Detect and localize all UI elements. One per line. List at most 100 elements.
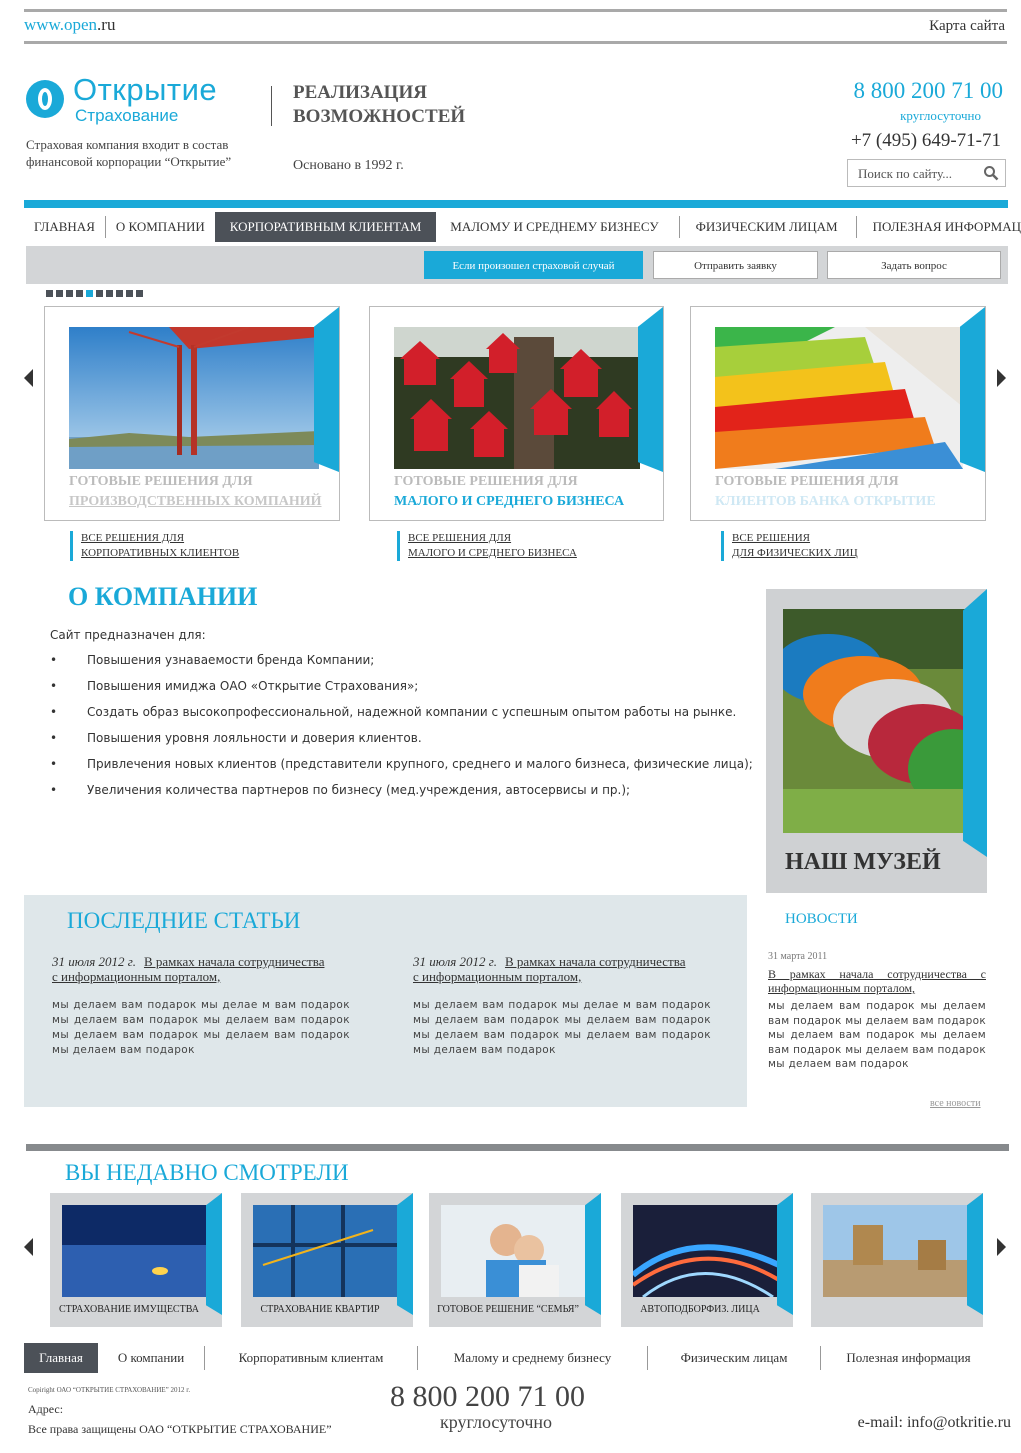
- card-title-line2: КЛИЕНТОВ БАНКА ОТКРЫТИЕ: [715, 494, 936, 509]
- recent-card[interactable]: ГОТОВОЕ РЕШЕНИЕ “СЕМЬЯ”: [429, 1193, 601, 1327]
- slider-dots: [46, 290, 143, 297]
- site-url-link[interactable]: www.open.ru: [24, 15, 115, 35]
- article-date: 31 июля 2012 г.: [52, 954, 136, 969]
- slider-dot[interactable]: [106, 290, 113, 297]
- about-item: Повышения имиджа ОАО «Открытие Страхован…: [50, 678, 753, 704]
- card-title-line1: ГОТОВЫЕ РЕШЕНИЯ ДЛЯ: [715, 474, 899, 489]
- logo-subtitle[interactable]: Страхование: [75, 106, 178, 126]
- solution-card[interactable]: ГОТОВЫЕ РЕШЕНИЯ ДЛЯ ПРОИЗВОДСТВЕННЫХ КОМ…: [44, 306, 340, 521]
- top-rule-bottom: [24, 41, 1007, 44]
- about-title: О КОМПАНИИ: [68, 582, 258, 611]
- footer-nav-home[interactable]: Главная: [24, 1343, 98, 1373]
- museum-block[interactable]: НАШ МУЗЕЙ: [766, 589, 987, 893]
- footer-nav-corporate[interactable]: Корпоративным клиентам: [205, 1346, 418, 1370]
- recent-next-icon[interactable]: [997, 1238, 1006, 1256]
- moscow-phone[interactable]: +7 (495) 649-71-71: [851, 130, 1001, 152]
- send-request-button[interactable]: Отправить заявку: [653, 251, 818, 279]
- slider-dot[interactable]: [136, 290, 143, 297]
- recent-card[interactable]: СТРАХОВАНИЕ ИМУЩЕСТВА: [50, 1193, 222, 1327]
- solution-card[interactable]: ГОТОВЫЕ РЕШЕНИЯ ДЛЯ МАЛОГО И СРЕДНЕГО БИ…: [369, 306, 664, 521]
- recent-card[interactable]: АВТОПОДБОРФИЗ. ЛИЦА: [621, 1193, 793, 1327]
- nav-smb[interactable]: МАЛОМУ И СРЕДНЕМУ БИЗНЕСУ: [436, 216, 680, 238]
- recent-label: ГОТОВОЕ РЕШЕНИЕ “СЕМЬЯ”: [437, 1304, 579, 1315]
- footer-phone[interactable]: 8 800 200 71 00: [390, 1380, 585, 1414]
- card-title-line2: МАЛОГО И СРЕДНЕГО БИЗНЕСА: [394, 494, 625, 509]
- individuals-solutions-link[interactable]: ВСЕ РЕШЕНИЯ ДЛЯ ФИЗИЧЕСКИХ ЛИЦ: [721, 531, 858, 561]
- hotline-note: круглосуточно: [900, 108, 981, 123]
- recent-corner-accent: [585, 1193, 601, 1315]
- sitemap-link[interactable]: Карта сайта: [929, 18, 1005, 35]
- company-description: Страховая компания входит в состав финан…: [26, 137, 232, 169]
- article-headline[interactable]: В рамках начала сотрудничества: [505, 954, 686, 969]
- nav-individuals[interactable]: ФИЗИЧЕСКИМ ЛИЦАМ: [680, 216, 857, 238]
- about-item: Повышения уровня лояльности и доверия кл…: [50, 730, 753, 756]
- slider-dot[interactable]: [66, 290, 73, 297]
- slider-dot[interactable]: [76, 290, 83, 297]
- smb-solutions-link[interactable]: ВСЕ РЕШЕНИЯ ДЛЯ МАЛОГО И СРЕДНЕГО БИЗНЕСА: [397, 531, 577, 561]
- recent-label: СТРАХОВАНИЕ ИМУЩЕСТВА: [59, 1304, 199, 1315]
- footer-phone-note: круглосуточно: [440, 1412, 553, 1432]
- card-title-line2: ПРОИЗВОДСТВЕННЫХ КОМПАНИЙ: [69, 494, 322, 509]
- about-text: Сайт предназначен для: Повышения узнавае…: [50, 628, 753, 808]
- articles-title: ПОСЛЕДНИЕ СТАТЬИ: [67, 908, 301, 933]
- slider-dot[interactable]: [56, 290, 63, 297]
- about-item: Создать образ высокопрофессиональной, на…: [50, 704, 753, 730]
- search-input[interactable]: Поиск по сайту...: [847, 159, 1006, 187]
- footer-nav-individuals[interactable]: Физическим лицам: [648, 1346, 821, 1370]
- article-item[interactable]: 31 июля 2012 г. В рамках начала сотруднич…: [52, 954, 350, 1058]
- article-date: 31 июля 2012 г.: [413, 954, 497, 969]
- article-headline-line2[interactable]: с информационным порталом,: [52, 969, 220, 984]
- article-headline-line2[interactable]: с информационным порталом,: [413, 969, 581, 984]
- slider-next-icon[interactable]: [997, 369, 1006, 387]
- slider-dot-active[interactable]: [86, 290, 93, 297]
- main-nav: ГЛАВНАЯ О КОМПАНИИ КОРПОРАТИВНЫМ КЛИЕНТА…: [24, 212, 1021, 242]
- nav-about[interactable]: О КОМПАНИИ: [106, 216, 215, 238]
- footer-nav-about[interactable]: О компании: [98, 1346, 205, 1370]
- recent-title: ВЫ НЕДАВНО СМОТРЕЛИ: [65, 1160, 349, 1185]
- article-headline[interactable]: В рамках начала сотрудничества: [144, 954, 325, 969]
- card-title-line1: ГОТОВЫЕ РЕШЕНИЯ ДЛЯ: [394, 474, 578, 489]
- news-title[interactable]: НОВОСТИ: [785, 911, 858, 928]
- nav-home[interactable]: ГЛАВНАЯ: [24, 216, 106, 238]
- recent-card[interactable]: СТРАХОВАНИЕ КВАРТИР: [241, 1193, 413, 1327]
- footer-nav-useful[interactable]: Полезная информация: [821, 1346, 996, 1370]
- article-body: мы делаем вам подарок мы делае м вам под…: [413, 999, 711, 1056]
- construction-image: [253, 1205, 399, 1297]
- insured-event-button[interactable]: Если произошел страховой случай: [424, 251, 643, 279]
- slider-dot[interactable]: [126, 290, 133, 297]
- night-house-image: [62, 1205, 208, 1297]
- corporate-solutions-link[interactable]: ВСЕ РЕШЕНИЯ ДЛЯ КОРПОРАТИВНЫХ КЛИЕНТОВ: [70, 531, 239, 561]
- search-icon[interactable]: [983, 165, 999, 181]
- article-item[interactable]: 31 июля 2012 г. В рамках начала сотруднич…: [413, 954, 711, 1058]
- slider-dot[interactable]: [96, 290, 103, 297]
- recent-card[interactable]: [811, 1193, 983, 1327]
- about-intro: Сайт предназначен для:: [50, 628, 206, 642]
- solution-card[interactable]: ГОТОВЫЕ РЕШЕНИЯ ДЛЯ КЛИЕНТОВ БАНКА ОТКРЫ…: [690, 306, 986, 521]
- address-label: Адрес:: [28, 1402, 64, 1416]
- search-placeholder: Поиск по сайту...: [858, 166, 953, 181]
- card-title-line1: ГОТОВЫЕ РЕШЕНИЯ ДЛЯ: [69, 474, 253, 489]
- slider-dot[interactable]: [46, 290, 53, 297]
- recent-label: СТРАХОВАНИЕ КВАРТИР: [260, 1304, 380, 1315]
- slider-dot[interactable]: [116, 290, 123, 297]
- logo-icon[interactable]: [26, 80, 64, 118]
- about-list: Повышения узнаваемости бренда Компании; …: [50, 652, 753, 808]
- logo-title[interactable]: Открытие: [73, 72, 217, 108]
- nav-accent-bar: [24, 200, 1008, 208]
- news-headline[interactable]: В рамках начала сотрудничества с информа…: [768, 967, 986, 995]
- footer-nav-smb[interactable]: Малому и среднему бизнесу: [418, 1346, 648, 1370]
- museum-corner-accent: [963, 589, 987, 857]
- recent-prev-icon[interactable]: [24, 1238, 33, 1256]
- slider-prev-icon[interactable]: [24, 369, 33, 387]
- nav-corporate[interactable]: КОРПОРАТИВНЫМ КЛИЕНТАМ: [214, 212, 437, 242]
- rights-text: Все права защищены ОАО “ОТКРЫТИЕ СТРАХОВ…: [28, 1422, 332, 1436]
- nav-useful[interactable]: ПОЛЕЗНАЯ ИНФОРМАЦИЯ: [857, 216, 1021, 238]
- hotline-phone[interactable]: 8 800 200 71 00: [854, 78, 1004, 104]
- all-news-link[interactable]: все новости: [930, 1098, 981, 1109]
- about-item: Увеличения количества партнеров по бизне…: [50, 782, 753, 808]
- colored-stairs-image: [715, 327, 963, 469]
- ask-question-button[interactable]: Задать вопрос: [827, 251, 1001, 279]
- museum-label: НАШ МУЗЕЙ: [785, 849, 941, 875]
- copyright: Copiright ОАО “ОТКРЫТИЕ СТРАХОВАНИЕ” 201…: [28, 1386, 191, 1394]
- footer-email[interactable]: e-mail: info@otkritie.ru: [858, 1414, 1011, 1432]
